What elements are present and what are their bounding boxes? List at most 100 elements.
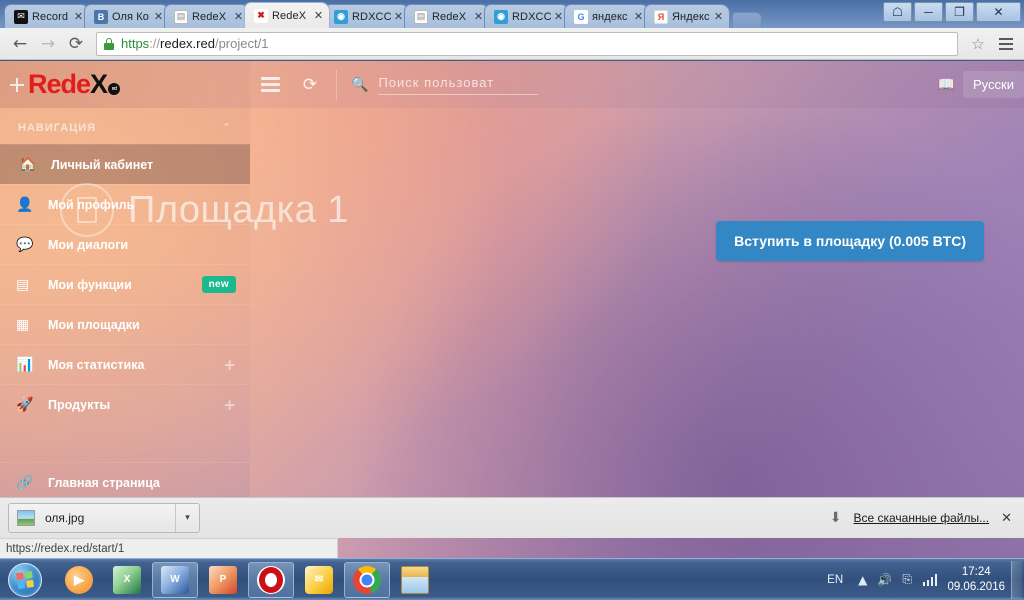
browser-tab[interactable]: ◉ RDXCC ✕ xyxy=(324,4,410,28)
browser-tab[interactable]: ▤ RedeX ✕ xyxy=(404,4,490,28)
tab-title: RDXCC xyxy=(512,10,552,23)
envelope-icon: ✉ xyxy=(14,9,28,24)
minimize-button[interactable]: ─ xyxy=(914,2,943,22)
sidebar-item-label: Мои площадки xyxy=(48,317,140,332)
sidebar-item-my-functions[interactable]: ▤ Мои функции new xyxy=(0,264,250,304)
sidebar-item-my-statistics[interactable]: 📊 Моя статистика + xyxy=(0,344,250,384)
start-button[interactable] xyxy=(2,561,48,599)
taskbar-item-google-chrome[interactable] xyxy=(344,561,390,598)
chevron-down-icon[interactable]: ▾ xyxy=(175,504,199,532)
download-shelf-actions: ⬇ Все скачанные файлы... ✕ xyxy=(830,510,1016,526)
screen: ✉ Record ✕ В Оля Ко ✕ ▤ RedeX ✕ ✖ RedeX xyxy=(0,0,1024,600)
logo-text: RedeX red xyxy=(28,71,121,98)
clock-time: 17:24 xyxy=(961,565,991,578)
book-icon: 📖 xyxy=(937,76,956,93)
taskbar-item-microsoft-outlook[interactable]: ✉ xyxy=(296,562,342,598)
tab-close-icon[interactable]: ✕ xyxy=(312,9,325,22)
powerpoint-icon: P xyxy=(209,565,237,594)
search-input[interactable] xyxy=(378,74,539,95)
browser-tab[interactable]: ✉ Record ✕ xyxy=(4,4,90,28)
maximize-button[interactable]: ❐ xyxy=(945,2,974,22)
show-hidden-icons-chevron[interactable]: ▲ xyxy=(858,573,867,587)
address-bar[interactable]: https :// redex.red /project/1 xyxy=(96,31,958,56)
sidebar-item-products[interactable]: 🚀 Продукты + xyxy=(0,384,250,424)
yandex-icon: Я xyxy=(654,9,668,24)
taskbar-item-microsoft-powerpoint[interactable]: P xyxy=(200,562,246,598)
forward-button[interactable]: → xyxy=(34,31,62,57)
browser-tab[interactable]: В Оля Ко ✕ xyxy=(84,4,170,28)
user-profile-icon[interactable]: ☖ xyxy=(883,2,912,22)
network-signal-icon[interactable] xyxy=(922,573,938,586)
new-badge: new xyxy=(201,276,236,293)
reload-button[interactable]: ⟳ xyxy=(62,31,90,57)
sidebar-item-my-platforms[interactable]: ▦ Мои площадки xyxy=(0,304,250,344)
browser-tab-active[interactable]: ✖ RedeX ✕ xyxy=(244,2,330,28)
browser-tab[interactable]: Я Яндекс ✕ xyxy=(644,4,730,28)
sidebar-toggle-button[interactable] xyxy=(250,61,290,108)
search-icon: 🔍 xyxy=(351,76,369,93)
taskbar-app-list: ▶ X W P ✉ xyxy=(56,561,438,598)
browser-tab[interactable]: G яндекс ✕ xyxy=(564,4,650,28)
user-icon: 👤 xyxy=(16,196,34,213)
window-controls: ☖ ─ ❐ ✕ xyxy=(883,2,1021,22)
header-search: 🔍 xyxy=(351,74,539,95)
taskbar-item-opera-browser[interactable] xyxy=(248,561,294,598)
page-icon: ▤ xyxy=(174,9,188,24)
grid-icon: ▦ xyxy=(16,316,30,333)
usb-device-icon[interactable]: ⎘ xyxy=(902,572,912,587)
browser-tab[interactable]: ▤ RedeX ✕ xyxy=(164,4,250,28)
app-logo[interactable]: RedeX red xyxy=(0,61,250,108)
sidebar-item-personal-cabinet[interactable]: 🏠 Личный кабинет xyxy=(0,144,250,184)
expand-plus-icon[interactable]: + xyxy=(223,356,236,374)
chrome-menu-icon[interactable] xyxy=(994,32,1018,56)
tab-close-icon[interactable]: ✕ xyxy=(712,10,725,23)
page-icon: ▤ xyxy=(414,9,428,24)
bookmark-star-icon[interactable]: ☆ xyxy=(966,32,990,56)
chevron-up-icon[interactable]: ⌃ xyxy=(222,121,232,134)
browser-toolbar: ← → ⟳ https :// redex.red /project/1 ☆ xyxy=(0,28,1024,60)
header-right: 📖 Русски xyxy=(938,61,1024,108)
taskbar-item-microsoft-excel[interactable]: X xyxy=(104,562,150,598)
image-thumbnail-icon xyxy=(17,510,35,526)
url-scheme: https xyxy=(121,36,150,51)
download-arrow-icon: ⬇ xyxy=(829,510,842,526)
status-bar: https://redex.red/start/1 xyxy=(0,538,338,558)
header-controls: ⟳ 🔍 xyxy=(250,61,539,108)
tab-strip: ✉ Record ✕ В Оля Ко ✕ ▤ RedeX ✕ ✖ RedeX xyxy=(0,0,1024,28)
sidebar-heading: НАВИГАЦИЯ ⌃ xyxy=(0,108,250,144)
outlook-icon: ✉ xyxy=(305,565,333,594)
language-selector[interactable]: Русски xyxy=(963,71,1024,98)
back-button[interactable]: ← xyxy=(6,31,34,57)
download-file-name: оля.jpg xyxy=(45,511,85,525)
sidebar-item-label: Личный кабинет xyxy=(51,157,154,172)
sidebar-item-label: Мои функции xyxy=(48,277,132,292)
taskbar-clock[interactable]: 17:24 09.06.2016 xyxy=(947,565,1005,595)
language-indicator[interactable]: EN xyxy=(827,574,843,586)
status-bar-url: https://redex.red/start/1 xyxy=(6,542,125,555)
chart-icon: 📊 xyxy=(16,356,34,373)
sidebar-item-my-dialogs[interactable]: 💬 Мои диалоги xyxy=(0,224,250,264)
show-all-downloads-link[interactable]: Все скачанные файлы... xyxy=(853,511,989,525)
sidebar-item-my-profile[interactable]: 👤 Мой профиль xyxy=(0,184,250,224)
tab-title: Яндекс xyxy=(672,10,710,23)
volume-icon[interactable]: 🔊 xyxy=(877,573,892,587)
show-desktop-button[interactable] xyxy=(1011,560,1022,599)
hamburger-icon xyxy=(260,77,280,92)
sidebar-item-home-page[interactable]: 🔗 Главная страница xyxy=(0,462,250,502)
clock-date: 09.06.2016 xyxy=(947,580,1005,593)
close-shelf-icon[interactable]: ✕ xyxy=(1001,511,1012,526)
taskbar-item-windows-explorer[interactable] xyxy=(392,562,438,598)
new-tab-button[interactable] xyxy=(732,12,762,28)
browser-tab[interactable]: ◉ RDXCC ✕ xyxy=(484,4,570,28)
expand-plus-icon[interactable]: + xyxy=(223,396,236,414)
close-window-button[interactable]: ✕ xyxy=(976,2,1021,22)
join-platform-button[interactable]: Вступить в площадку (0.005 BTC) xyxy=(716,221,984,261)
refresh-button[interactable]: ⟳ xyxy=(290,61,330,108)
taskbar-item-windows-media-player[interactable]: ▶ xyxy=(56,562,102,598)
tab-title: RedeX xyxy=(432,10,467,23)
sidebar-item-label: Моя статистика xyxy=(48,357,145,372)
download-item[interactable]: оля.jpg ▾ xyxy=(8,503,200,533)
taskbar-item-microsoft-word[interactable]: W xyxy=(152,561,198,598)
app-header: RedeXred ⟳ 🔍 📖 Русски xyxy=(0,61,1024,108)
